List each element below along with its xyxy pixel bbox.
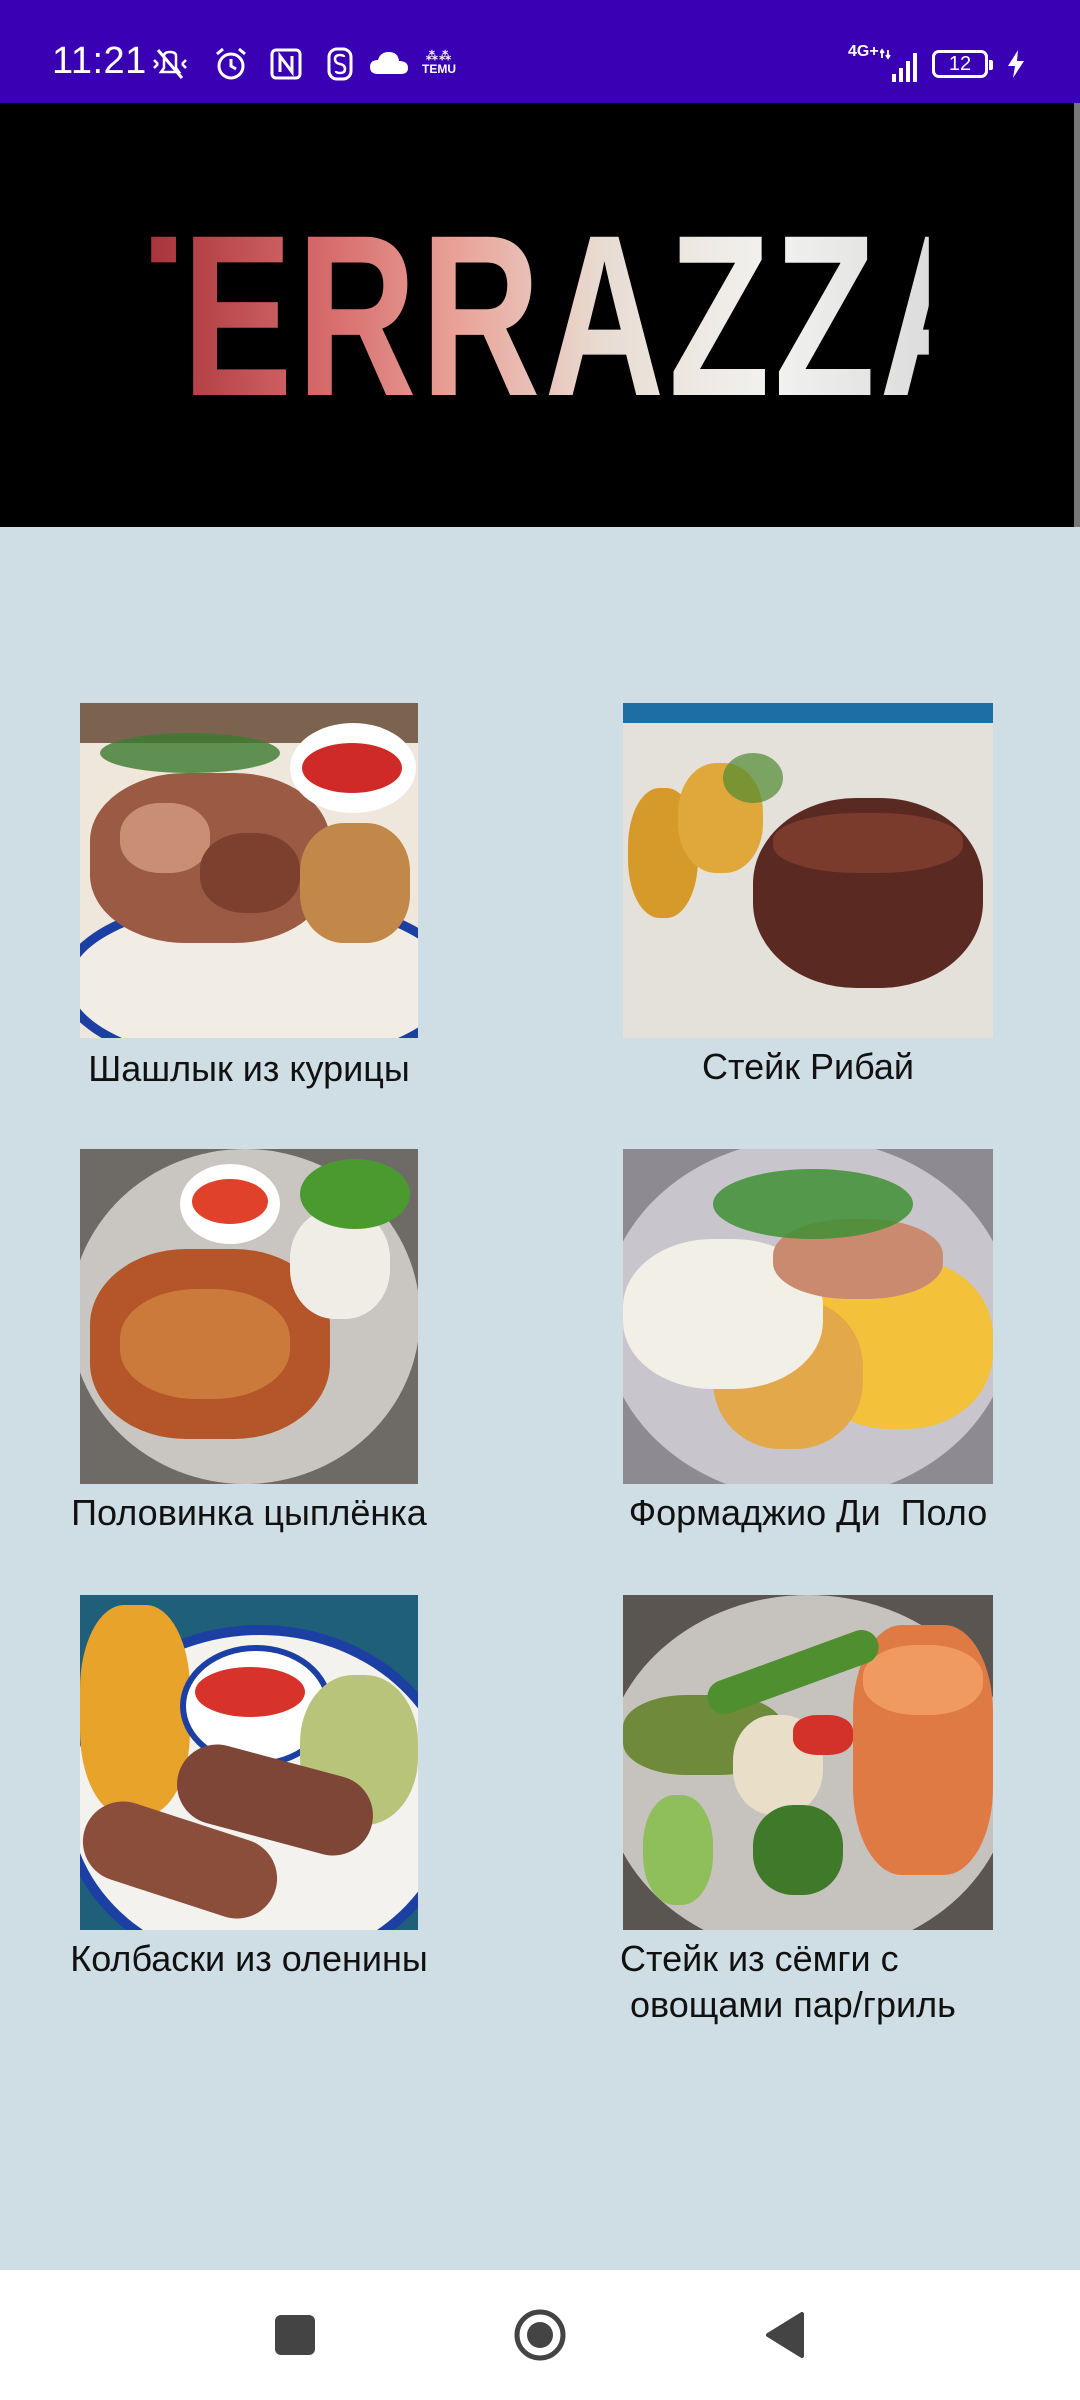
mute-vibrate-icon	[153, 49, 187, 79]
nfc-icon	[270, 48, 302, 80]
battery-icon: 12	[932, 50, 993, 78]
network-type: 4G+	[848, 43, 879, 60]
cloud-icon	[370, 52, 408, 74]
dish-name: Стейк Рибай	[701, 1046, 914, 1087]
home-circle-icon[interactable]	[513, 2308, 567, 2362]
status-bar: 11:21 ⁂⁂ TEMU 4G+ 12	[0, 0, 1080, 103]
dish-photo[interactable]	[80, 703, 418, 1038]
app-s-icon	[327, 47, 353, 81]
status-time: 11:21	[52, 40, 147, 82]
dish-photo[interactable]	[623, 703, 993, 1038]
charging-bolt-icon	[1008, 50, 1024, 78]
temu-icon: ⁂⁂ TEMU	[422, 49, 456, 76]
dish-name: Стейк из сёмги с овощами пар/гриль	[620, 1938, 956, 2025]
recents-square-icon[interactable]	[275, 2315, 315, 2355]
alarm-icon	[216, 47, 246, 80]
dish-name: Шашлык из курицы	[88, 1048, 410, 1089]
dish-name: Формаджио Ди Поло	[628, 1492, 988, 1533]
dish-name: Половинка цыплёнка	[71, 1492, 427, 1533]
dish-photo[interactable]	[80, 1149, 418, 1484]
restaurant-banner: TERRAZZA	[0, 103, 1080, 527]
restaurant-logo: TERRAZZA	[77, 103, 1000, 527]
dish-name: Колбаски из оленины	[70, 1938, 428, 1979]
dish-photo[interactable]	[623, 1595, 993, 1930]
dish-photo[interactable]	[80, 1595, 418, 1930]
dish-photo[interactable]	[623, 1149, 993, 1484]
system-nav-bar	[0, 2270, 1080, 2400]
signal-icon	[880, 48, 917, 82]
banner-edge	[1074, 103, 1080, 527]
back-triangle-icon[interactable]	[762, 2310, 806, 2360]
